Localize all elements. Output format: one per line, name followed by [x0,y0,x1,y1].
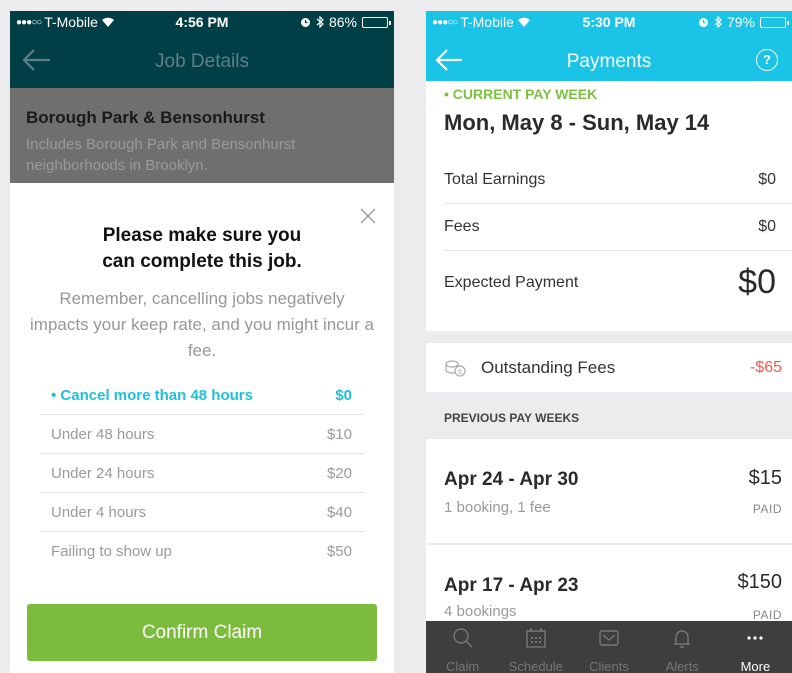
fee-row: Under 48 hours $10 [40,415,364,454]
outstanding-fees-value: -$65 [749,358,782,376]
total-earnings-row: Total Earnings $0 [444,157,792,204]
fee-list: • Cancel more than 48 hours $0 Under 48 … [40,376,364,571]
bluetooth-icon [714,16,722,28]
modal-title: Please make sure you can complete this j… [102,225,302,272]
fees-row: Fees $0 [444,204,792,251]
battery-icon [760,16,789,28]
fee-row: • Cancel more than 48 hours $0 [40,376,364,415]
fee-row: Under 24 hours $20 [40,454,364,493]
modal-body: Remember, cancelling jobs negatively imp… [30,289,374,360]
bluetooth-icon [316,16,324,28]
battery-percent: 86% [328,14,357,30]
calendar-icon [526,628,546,648]
envelope-icon [599,630,619,646]
tab-bar: Claim Schedule Clients Alerts More [426,621,792,673]
bell-icon [674,630,691,648]
battery-icon [362,16,391,28]
expected-payment-row: Expected Payment $0 [444,263,776,301]
outstanding-fees-row[interactable]: $ Outstanding Fees -$65 [426,343,792,392]
tab-clients[interactable]: Clients [572,621,645,673]
current-week-label: • CURRENT PAY WEEK [444,86,598,102]
fee-row: Under 4 hours $40 [40,493,364,532]
status-bar: ●●●○○ T-Mobile 5:30 PM 79% [426,11,792,33]
svg-text:$: $ [458,368,462,376]
current-week-range: Mon, May 8 - Sun, May 14 [444,110,710,135]
tab-schedule[interactable]: Schedule [499,621,572,673]
tab-alerts[interactable]: Alerts [646,621,719,673]
pay-week-card[interactable]: Apr 24 - Apr 30 1 booking, 1 fee $15 PAI… [426,439,792,543]
page-title: Payments [566,51,652,72]
confirm-claim-button[interactable]: Confirm Claim [27,604,377,661]
status-bar: ●●●○○ T-Mobile 4:56 PM 86% [10,11,394,33]
payments-screen: ●●●○○ T-Mobile 5:30 PM 79% Payments ? • … [426,11,792,673]
more-icon [747,636,764,640]
fee-row: Failing to show up $50 [51,543,352,560]
outstanding-fees-label: Outstanding Fees [481,357,616,377]
job-title: Borough Park & Bensonhurst [26,108,265,127]
nav-header: ●●●○○ T-Mobile 5:30 PM 79% Payments ? [426,11,792,81]
close-icon[interactable] [360,208,376,224]
alarm-icon [698,17,708,27]
nav-header: ●●●○○ T-Mobile 4:56 PM 86% Job Details [10,11,394,88]
battery-percent: 79% [726,14,755,30]
search-icon [452,628,473,648]
job-details-screen: ●●●○○ T-Mobile 4:56 PM 86% Job Details B… [10,11,394,673]
alarm-icon [300,17,310,27]
previous-weeks-label: PREVIOUS PAY WEEKS [444,411,580,425]
help-icon[interactable]: ? [756,49,778,71]
coins-icon: $ [445,359,466,377]
tab-claim[interactable]: Claim [426,621,499,673]
page-title: Job Details [155,51,249,72]
job-subtitle: Includes Borough Park and Bensonhurst ne… [26,136,296,174]
pay-week-card[interactable]: Apr 17 - Apr 23 4 bookings $150 PAID [426,545,792,622]
cancellation-modal: Please make sure you can complete this j… [10,183,394,673]
current-pay-week-card: • CURRENT PAY WEEK Mon, May 8 - Sun, May… [426,81,792,331]
tab-more[interactable]: More [719,621,792,673]
job-summary: Borough Park & Bensonhurst Includes Boro… [10,88,394,183]
